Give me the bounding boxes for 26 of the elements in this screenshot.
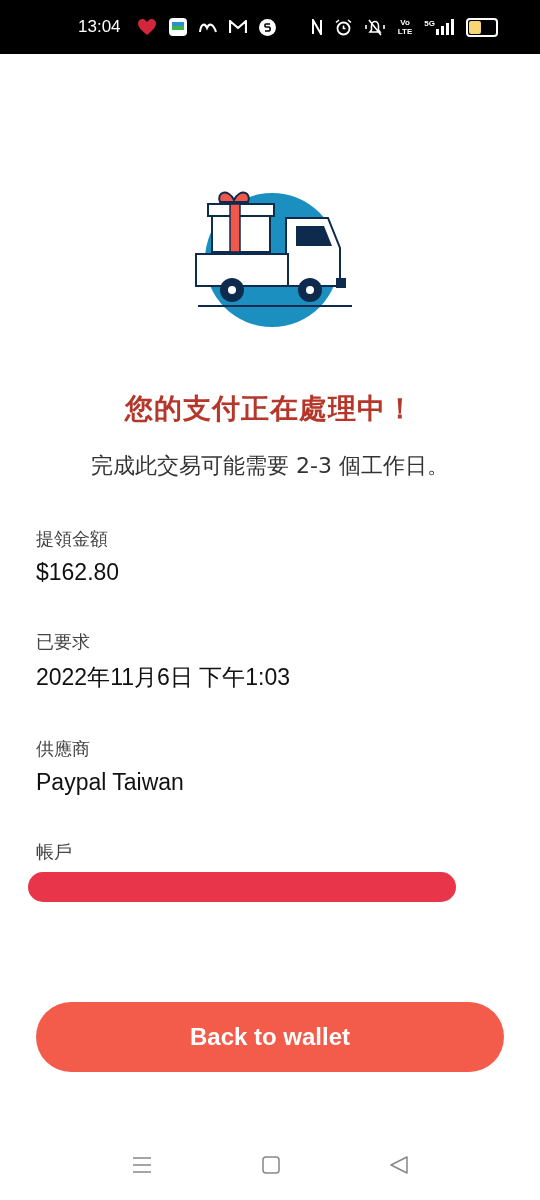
- field-label: 供應商: [36, 737, 91, 761]
- menu-icon[interactable]: [132, 1156, 152, 1174]
- clock-time: 13:04: [78, 17, 121, 37]
- signal-icon: [436, 19, 454, 35]
- field-value: Paypal Taiwan: [36, 769, 185, 796]
- alarm-icon: [334, 18, 352, 36]
- field-value: $162.80: [36, 559, 121, 586]
- heart-icon: [136, 18, 157, 36]
- status-title: 您的支付正在處理中！: [125, 391, 415, 427]
- battery-icon: [466, 17, 498, 37]
- status-message: 完成此交易可能需要 2-3 個工作日。: [91, 452, 449, 480]
- volte-indicator: Vo LTE: [397, 18, 413, 36]
- home-icon[interactable]: [262, 1156, 280, 1174]
- field-label: 已要求: [36, 630, 91, 654]
- wave-icon: [198, 21, 217, 33]
- bell-muted-icon: [363, 18, 386, 36]
- field-value: 2022年11月6日 下午1:03: [36, 663, 291, 692]
- network-type: 5G: [424, 19, 435, 28]
- app-icon: [258, 18, 276, 36]
- app-icon: [168, 18, 187, 36]
- back-to-wallet-button[interactable]: Back to wallet: [36, 1002, 504, 1072]
- field-label: 帳戶: [36, 840, 73, 864]
- field-label: 提領金額: [36, 527, 109, 551]
- mail-icon: [228, 20, 247, 34]
- back-icon[interactable]: [390, 1156, 408, 1174]
- nfc-icon: [310, 19, 323, 35]
